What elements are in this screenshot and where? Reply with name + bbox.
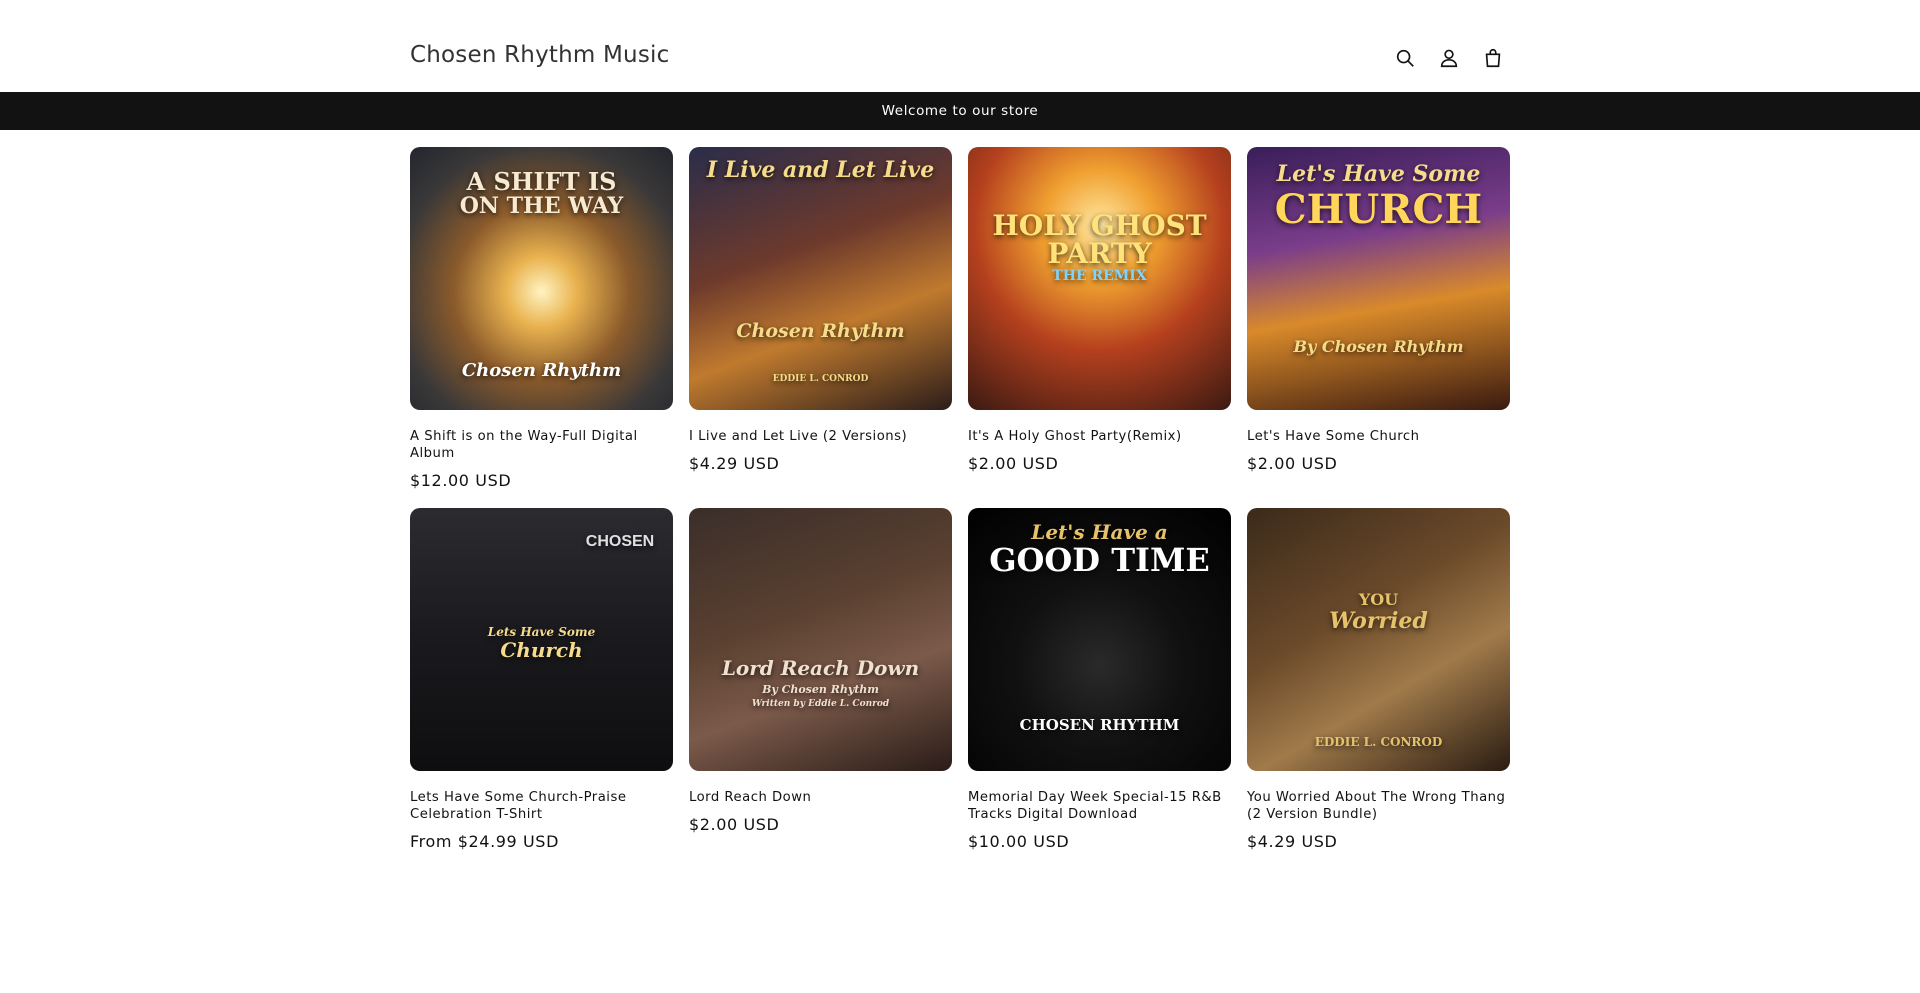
art-title-2: By Chosen Rhythm [762, 683, 879, 696]
product-price: $4.29 USD [689, 454, 780, 473]
art-title-1: Let's Have Some [1276, 161, 1481, 187]
art-title-1: Lord Reach Down [721, 656, 920, 680]
art-brand: CHOSEN [585, 533, 655, 550]
product-image[interactable]: HOLY GHOST PARTY THE REMIX [968, 147, 1231, 410]
site-header: Chosen Rhythm Music [0, 0, 1920, 92]
product-grid: A SHIFT IS ON THE WAY Chosen Rhythm A Sh… [410, 147, 1511, 869]
product-image[interactable]: Let's Have Some CHURCH By Chosen Rhythm [1247, 147, 1510, 410]
art-title-1: A SHIFT IS [466, 167, 617, 196]
product-card[interactable]: CHOSEN Lets Have Some Church Lets Have S… [410, 508, 673, 869]
art-title-2: Worried [1329, 608, 1428, 634]
product-price: $2.00 USD [1247, 454, 1338, 473]
product-card[interactable]: Lord Reach Down By Chosen Rhythm Written… [689, 508, 952, 869]
art-title-2: Chosen Rhythm [736, 320, 905, 342]
product-price: $2.00 USD [689, 815, 780, 834]
announcement-bar: Welcome to our store [0, 92, 1920, 130]
store-logo[interactable]: Chosen Rhythm Music [410, 42, 669, 68]
product-title[interactable]: A Shift is on the Way-Full Digital Album [410, 428, 673, 462]
art-title-2: PARTY [1047, 237, 1152, 270]
product-card[interactable]: HOLY GHOST PARTY THE REMIX It's A Holy G… [968, 147, 1231, 508]
product-price: From $24.99 USD [410, 832, 559, 851]
account-icon[interactable] [1436, 45, 1462, 71]
product-title[interactable]: You Worried About The Wrong Thang (2 Ver… [1247, 789, 1510, 823]
product-title[interactable]: It's A Holy Ghost Party(Remix) [968, 428, 1231, 445]
product-price: $2.00 USD [968, 454, 1059, 473]
product-price: $12.00 USD [410, 471, 512, 490]
art-title-3: EDDIE L. CONROD [1314, 735, 1443, 749]
art-title-2: Lets Have Some [487, 625, 596, 639]
art-title-2: CHURCH [1274, 186, 1483, 233]
announcement-text: Welcome to our store [881, 103, 1039, 119]
product-image[interactable]: Lord Reach Down By Chosen Rhythm Written… [689, 508, 952, 771]
product-image[interactable]: CHOSEN Lets Have Some Church [410, 508, 673, 771]
art-title-1: I Live and Let Live [706, 157, 935, 183]
product-card[interactable]: A SHIFT IS ON THE WAY Chosen Rhythm A Sh… [410, 147, 673, 508]
product-price: $4.29 USD [1247, 832, 1338, 851]
product-image[interactable]: YOU Worried EDDIE L. CONROD [1247, 508, 1510, 771]
product-title[interactable]: Let's Have Some Church [1247, 428, 1510, 445]
product-card[interactable]: YOU Worried EDDIE L. CONROD You Worried … [1247, 508, 1510, 869]
cart-icon[interactable] [1480, 45, 1506, 71]
art-title-3: EDDIE L. CONROD [772, 374, 869, 384]
product-title[interactable]: I Live and Let Live (2 Versions) [689, 428, 952, 445]
art-title-3: CHOSEN RHYTHM [1019, 716, 1180, 734]
art-title-1: Let's Have a [1031, 520, 1168, 544]
product-card[interactable]: Let's Have a GOOD TIME CHOSEN RHYTHM Mem… [968, 508, 1231, 869]
product-title[interactable]: Lord Reach Down [689, 789, 952, 806]
search-icon[interactable] [1392, 45, 1418, 71]
product-card[interactable]: I Live and Let Live Chosen Rhythm EDDIE … [689, 147, 952, 508]
product-image[interactable]: Let's Have a GOOD TIME CHOSEN RHYTHM [968, 508, 1231, 771]
product-price: $10.00 USD [968, 832, 1070, 851]
art-title-1: YOU [1358, 590, 1399, 609]
art-title-1: HOLY GHOST [992, 209, 1207, 242]
product-image[interactable]: A SHIFT IS ON THE WAY Chosen Rhythm [410, 147, 673, 410]
header-icons [1392, 45, 1506, 71]
art-title-2: GOOD TIME [989, 541, 1210, 579]
product-title[interactable]: Memorial Day Week Special-15 R&B Tracks … [968, 789, 1231, 823]
art-title-3: Chosen Rhythm [461, 360, 622, 381]
product-image[interactable]: I Live and Let Live Chosen Rhythm EDDIE … [689, 147, 952, 410]
product-card[interactable]: Let's Have Some CHURCH By Chosen Rhythm … [1247, 147, 1510, 508]
art-title-3: By Chosen Rhythm [1293, 337, 1464, 356]
art-title-2: ON THE WAY [459, 193, 624, 219]
art-title-3: Written by Eddie L. Conrod [751, 699, 890, 709]
product-title[interactable]: Lets Have Some Church-Praise Celebration… [410, 789, 673, 823]
art-title-3: Church [500, 638, 583, 662]
art-title-3: THE REMIX [1052, 268, 1147, 284]
